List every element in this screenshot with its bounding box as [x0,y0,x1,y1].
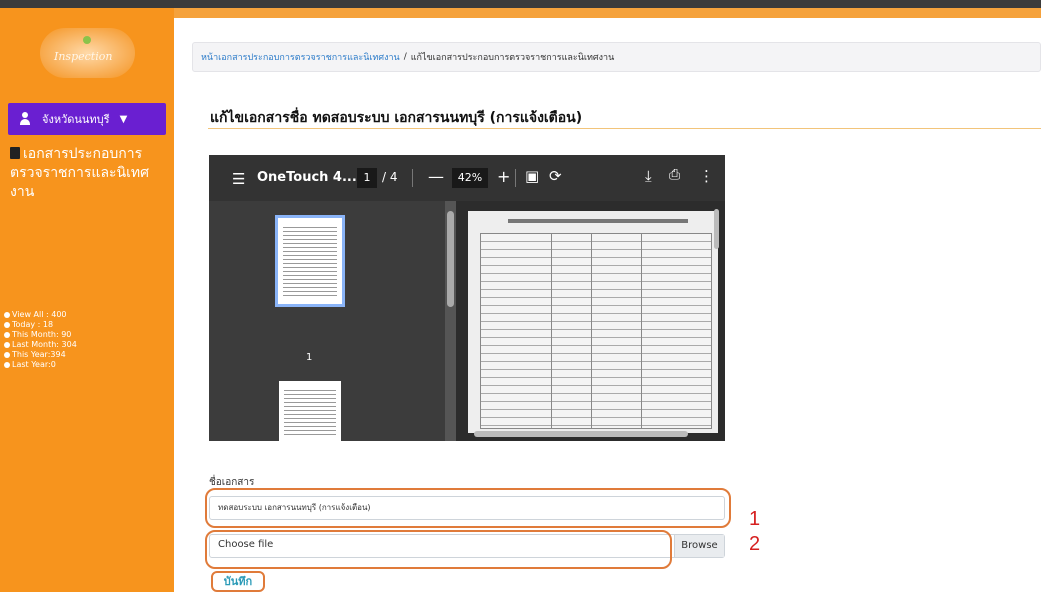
app-logo[interactable]: Inspection [40,28,135,78]
document-heading [508,219,688,223]
highlight-box-2 [205,530,672,569]
visitor-stats: View All : 400 Today : 18 This Month: 90… [4,310,77,370]
sidebar-item-documents[interactable]: เอกสารประกอบการตรวจราชการและนิเทศงาน [10,145,170,202]
province-dropdown[interactable]: จังหวัดนนทบุรี ▼ [8,103,166,135]
pdf-viewer[interactable]: ☰ OneTouch 4.... 1 / 4 — 42% + ▣ ⟳ ⤓ ⎙ ⋮… [209,155,725,441]
rotate-icon[interactable]: ⟳ [549,167,562,185]
sidebar: Inspection จังหวัดนนทบุรี ▼ เอกสารประกอบ… [0,8,174,592]
user-icon [4,342,10,348]
annotation-number-1: 1 [749,508,761,530]
page-vertical-scrollbar[interactable] [714,209,719,249]
menu-icon[interactable]: ☰ [232,170,245,188]
province-label: จังหวัดนนทบุรี [42,113,110,126]
zoom-input[interactable]: 42% [452,168,488,188]
toolbar-divider [515,169,516,187]
title-divider [208,128,1041,129]
eye-icon [4,312,10,318]
zoom-out-icon[interactable]: — [428,167,444,186]
users-icon [20,112,36,126]
download-icon[interactable]: ⤓ [645,167,652,185]
breadcrumb: หน้าเอกสารประกอบการตรวจราชการและนิเทศงาน… [192,42,1041,72]
sidebar-item-label: เอกสารประกอบการตรวจราชการและนิเทศงาน [10,146,150,200]
user-icon [4,322,10,328]
fit-page-icon[interactable]: ▣ [525,167,539,185]
document-table [480,233,712,429]
more-options-icon[interactable]: ⋮ [699,167,714,185]
pdf-file-title: OneTouch 4.... [257,170,362,185]
file-icon [10,147,20,159]
stat-today: Today : 18 [4,320,77,330]
annotation-number-2: 2 [749,533,761,555]
user-icon [4,352,10,358]
toolbar-divider [412,169,413,187]
breadcrumb-current: แก้ไขเอกสารประกอบการตรวจราชการและนิเทศงา… [410,53,615,63]
page-thumbnail-2[interactable] [279,381,341,441]
breadcrumb-home-link[interactable]: หน้าเอกสารประกอบการตรวจราชการและนิเทศงาน [201,50,400,64]
highlight-box-1 [205,488,731,528]
user-icon [4,332,10,338]
stat-last-year: Last Year:0 [4,360,77,370]
page-total: / 4 [382,170,398,184]
page-horizontal-scrollbar[interactable] [474,431,688,437]
browse-button[interactable]: Browse [674,535,724,557]
stat-last-month: Last Month: 304 [4,340,77,350]
top-dark-bar [0,0,1041,8]
logo-leaf-icon [83,36,91,44]
stat-this-month: This Month: 90 [4,330,77,340]
pdf-page-area[interactable] [456,201,725,441]
print-icon[interactable]: ⎙ [669,167,680,183]
pdf-toolbar: ☰ OneTouch 4.... 1 / 4 — 42% + ▣ ⟳ ⤓ ⎙ ⋮ [209,155,725,201]
zoom-in-icon[interactable]: + [497,167,510,186]
pdf-page [468,211,718,433]
page-title: แก้ไขเอกสารชื่อ ทดสอบระบบ เอกสารนนทบุรี … [210,110,583,126]
thumbnail-scrollbar[interactable] [445,201,456,441]
stat-this-year: This Year:394 [4,350,77,360]
logo-text: Inspection [54,50,113,63]
breadcrumb-separator: / [403,52,407,62]
chevron-down-icon: ▼ [119,113,128,125]
user-icon [4,362,10,368]
page-thumbnail-1[interactable] [275,215,345,307]
thumbnail-label: 1 [306,352,313,363]
save-button[interactable]: บันทึก [211,571,265,592]
page-number-input[interactable]: 1 [357,168,377,188]
stat-view-all: View All : 400 [4,310,77,320]
